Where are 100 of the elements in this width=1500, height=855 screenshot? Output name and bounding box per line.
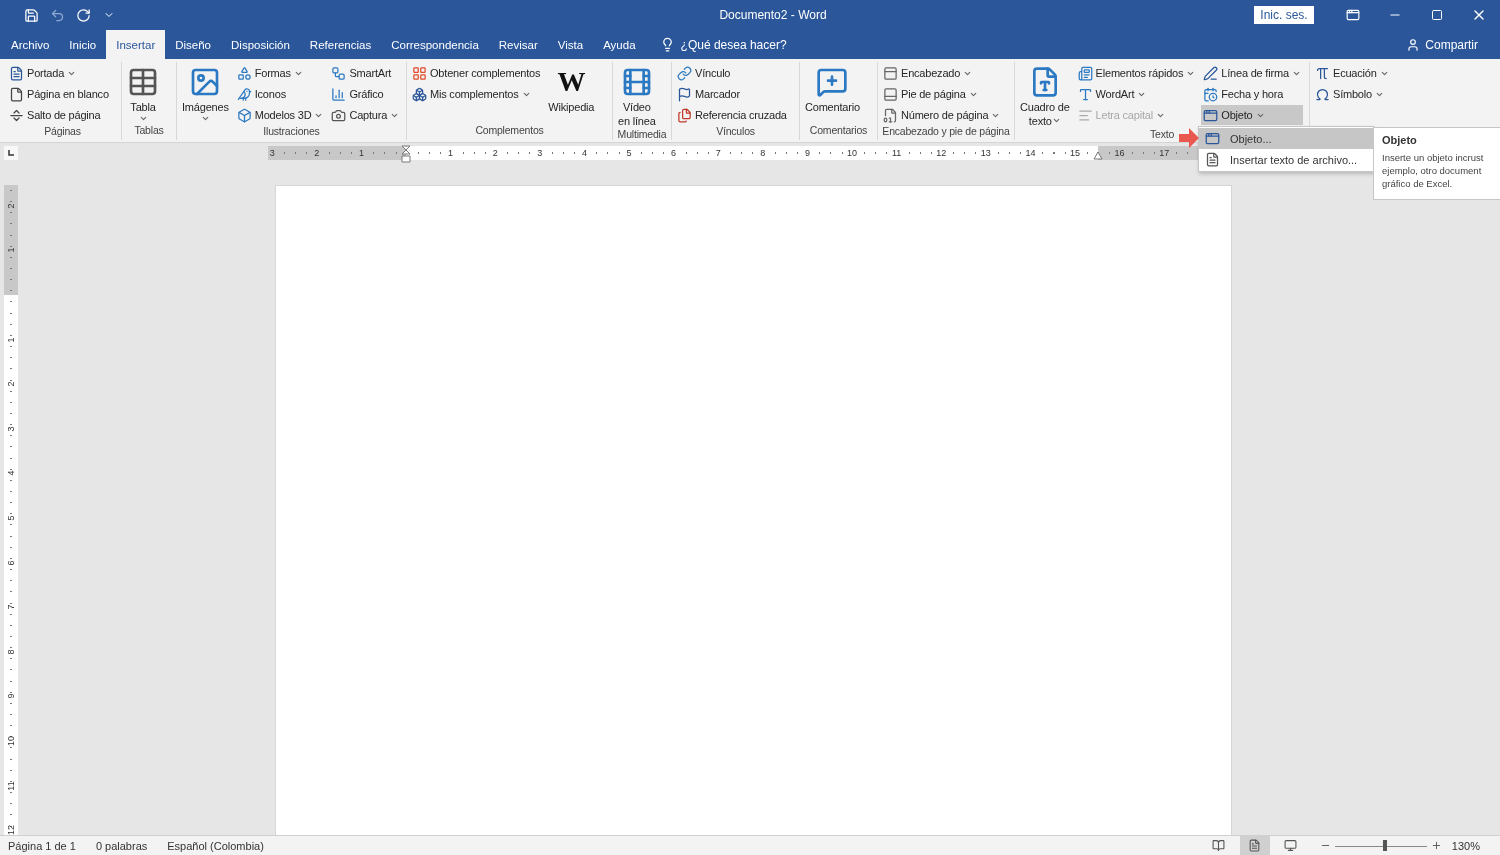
caret-icon	[138, 114, 148, 123]
right-indent-icon[interactable]	[1093, 150, 1103, 160]
tooltip-title: Objeto	[1382, 134, 1418, 146]
window-icon	[1203, 107, 1219, 123]
ribbon-button[interactable]: Marcador	[675, 84, 789, 104]
ribbon-button[interactable]: Captura	[329, 105, 402, 125]
sign-in-button[interactable]: Inic. ses.	[1254, 6, 1314, 24]
shapes-icon	[236, 65, 252, 81]
group-label: Vínculos	[716, 125, 755, 137]
arrow-icon	[1178, 127, 1200, 149]
letter-icon	[1077, 86, 1093, 102]
ruler-number: 2	[6, 380, 16, 389]
ribbon-button[interactable]: Portada	[7, 63, 111, 83]
ribbon-button[interactable]: Elementos rápidos	[1075, 63, 1198, 83]
ribbon-button[interactable]: Línea de firma	[1201, 63, 1303, 83]
ribbon-tab[interactable]: Ayuda	[593, 30, 646, 59]
drop-cap-icon	[1077, 107, 1093, 123]
tab-stop-icon[interactable]	[4, 146, 18, 160]
group-label: Comentarios	[809, 124, 868, 136]
ribbon-button[interactable]: Fecha y hora	[1201, 84, 1303, 104]
share-button[interactable]: Compartir	[1406, 30, 1478, 59]
person-icon	[1406, 37, 1421, 52]
status-text: Página 1 de 1	[8, 839, 76, 852]
ribbon-button[interactable]: Símbolo	[1313, 84, 1391, 104]
ruler-number: 4	[6, 469, 16, 478]
caret-icon	[1051, 116, 1061, 125]
bird-icon	[236, 86, 252, 102]
page-break-icon	[9, 107, 24, 123]
ribbon-button[interactable]: WordArt	[1075, 84, 1198, 104]
group-label: Páginas	[44, 125, 81, 137]
ribbon-tab[interactable]: Diseño	[165, 30, 222, 59]
comment-icon	[816, 66, 849, 98]
ribbon-tab[interactable]: Inicio	[59, 30, 107, 59]
cube-icon	[236, 107, 252, 123]
ribbon-large-button[interactable]: Cuadro de texto	[1018, 62, 1072, 128]
ribbon-button[interactable]: Obtener complementos	[410, 63, 543, 83]
ribbon-tab[interactable]: Archivo	[1, 30, 60, 59]
footer-icon	[883, 86, 898, 102]
ruler-number: 9	[6, 692, 16, 701]
ribbon-tab[interactable]: Disposición	[221, 30, 300, 59]
ribbon-large-button[interactable]: Comentario	[803, 62, 862, 124]
page-number-icon	[883, 107, 898, 123]
ribbon-button[interactable]: Pie de página	[881, 84, 1003, 104]
ribbon-button[interactable]: Mis complementos	[410, 84, 543, 104]
menu-item[interactable]: Objeto...	[1199, 128, 1373, 149]
ribbon-button[interactable]: Objeto	[1201, 105, 1303, 125]
zoom-thumb[interactable]	[1382, 839, 1387, 851]
tooltip-text: Inserte un objeto incrust	[1382, 151, 1485, 164]
menu-item[interactable]: Insertar texto de archivo...	[1199, 149, 1373, 170]
table-icon	[127, 66, 159, 98]
ribbon-button[interactable]: Ecuación	[1313, 63, 1391, 83]
window-icon	[1205, 131, 1220, 146]
ruler-number: 2	[6, 202, 16, 211]
zoom-level[interactable]: 130%	[1451, 839, 1480, 852]
ruler-number: 12	[6, 824, 16, 838]
status-text: 0 palabras	[95, 839, 148, 852]
ribbon-button[interactable]: Referencia cruzada	[675, 105, 789, 125]
ribbon-tab[interactable]: Vista	[547, 30, 594, 59]
window-title: Documento2 - Word	[718, 8, 828, 22]
zoom-in-icon[interactable]	[1430, 840, 1442, 851]
group-label: Texto	[1149, 128, 1175, 140]
ruler-number: 8	[6, 648, 16, 657]
ribbon-button[interactable]: Encabezado	[881, 63, 1003, 83]
ruler-number: 6	[6, 559, 16, 568]
ribbon-button[interactable]: Vínculo	[675, 63, 789, 83]
ribbon-large-button[interactable]: Vídeo en línea	[616, 62, 658, 128]
ribbon-tab[interactable]: Correspondencia	[381, 30, 489, 59]
header-icon	[883, 65, 898, 81]
tooltip-text: gráfico de Excel.	[1382, 177, 1454, 190]
ribbon-tab[interactable]: Referencias	[299, 30, 382, 59]
ribbon-button[interactable]: Iconos	[234, 84, 326, 104]
ribbon-button[interactable]: Número de página	[881, 105, 1003, 125]
ribbon-large-button[interactable]: Tabla	[125, 62, 161, 124]
ribbon-button[interactable]: Salto de página	[7, 105, 111, 125]
ribbon-large-button[interactable]: Imágenes	[180, 62, 231, 125]
indent-marker-icon[interactable]	[401, 145, 411, 163]
ribbon-button[interactable]: Página en blanco	[7, 84, 111, 104]
ribbon-button[interactable]: Formas	[234, 63, 326, 83]
omega-icon	[1315, 86, 1330, 102]
group-label: Multimedia	[617, 128, 667, 140]
document-parts-icon	[1077, 65, 1093, 81]
tooltip-text: ejemplo, otro document	[1382, 164, 1483, 177]
ribbon-large-button[interactable]: W Wikipedia	[546, 62, 597, 124]
ribbon-tab[interactable]: Insertar	[106, 30, 166, 59]
diagram-icon	[331, 65, 347, 81]
camera-icon	[331, 107, 347, 123]
ribbon-button[interactable]: SmartArt	[329, 63, 402, 83]
bar-chart-icon	[331, 86, 347, 102]
ruler-number: 3	[6, 425, 16, 434]
ribbon-button[interactable]: Gráfico	[329, 84, 402, 104]
print-layout-icon[interactable]	[1239, 836, 1270, 855]
ruler-number: 1	[6, 336, 16, 345]
ribbon-button[interactable]: Modelos 3D	[234, 105, 326, 125]
tell-me-field[interactable]: ¿Qué desea hacer?	[680, 30, 787, 59]
ribbon-tab[interactable]: Revisar	[488, 30, 548, 59]
caret-icon	[200, 114, 210, 123]
group-label: Tablas	[134, 124, 164, 136]
ruler-number: 10	[6, 735, 16, 748]
flag-icon	[677, 86, 692, 102]
group-label: Encabezado y pie de página	[882, 125, 1010, 137]
